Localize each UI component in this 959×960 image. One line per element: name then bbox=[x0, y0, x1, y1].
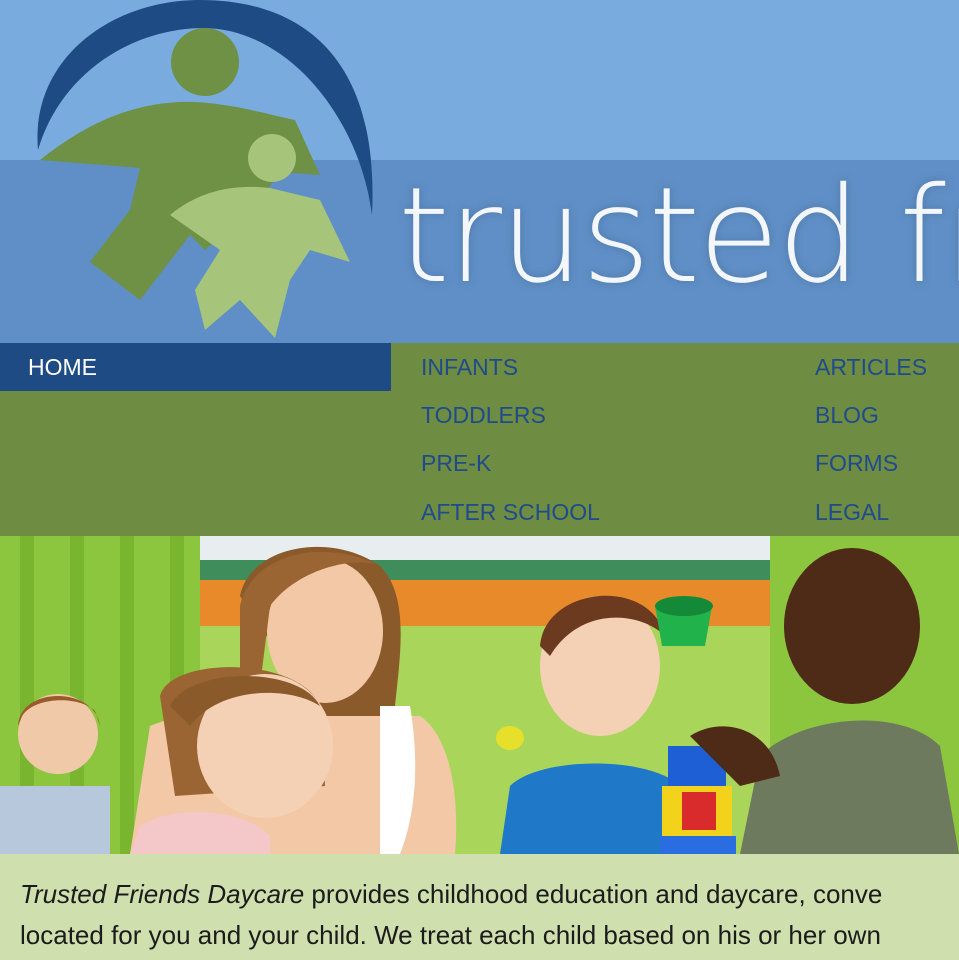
nav-item-blog[interactable]: BLOG bbox=[815, 391, 879, 439]
intro-text-line-1: provides childhood education and daycare… bbox=[304, 879, 883, 909]
site-header: trusted fri bbox=[0, 0, 959, 343]
nav-item-pre-k[interactable]: PRE-K bbox=[421, 439, 491, 487]
intro-text-line-2: located for you and your child. We treat… bbox=[20, 920, 881, 950]
nav-item-home[interactable]: HOME bbox=[0, 343, 391, 391]
nav-item-legal[interactable]: LEGAL bbox=[815, 488, 889, 536]
site-title-text[interactable]: trusted fri bbox=[398, 170, 959, 302]
intro-section: Trusted Friends Daycare provides childho… bbox=[0, 854, 959, 960]
nav-item-after-school[interactable]: AFTER SCHOOL bbox=[421, 488, 600, 536]
nav-item-toddlers[interactable]: TODDLERS bbox=[421, 391, 546, 439]
nav-item-infants[interactable]: INFANTS bbox=[421, 343, 518, 391]
brand-name-text: Trusted Friends Daycare bbox=[20, 879, 305, 909]
children-playing-with-teacher-photo bbox=[0, 536, 959, 854]
nav-item-forms[interactable]: FORMS bbox=[815, 439, 898, 487]
nav-item-articles[interactable]: ARTICLES bbox=[815, 343, 927, 391]
trusted-friends-logo-icon[interactable] bbox=[20, 0, 390, 340]
main-navigation: HOME INFANTS TODDLERS PRE-K AFTER SCHOOL… bbox=[0, 343, 959, 536]
intro-paragraph: Trusted Friends Daycare provides childho… bbox=[20, 874, 959, 956]
